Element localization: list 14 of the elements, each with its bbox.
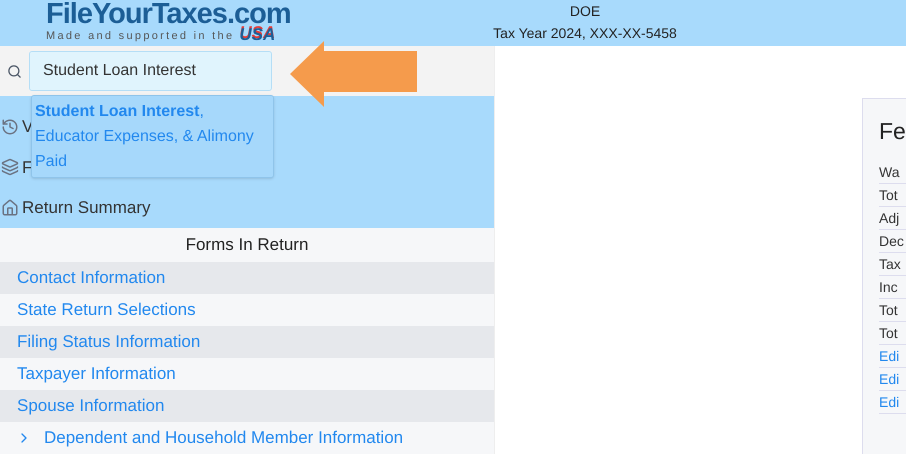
forms-title: Forms In Return xyxy=(0,228,494,262)
summary-label: Dec xyxy=(879,232,904,250)
taxpayer-name: DOE xyxy=(570,2,600,21)
summary-label: Tot xyxy=(879,324,898,342)
card-title: Fe xyxy=(879,117,906,146)
summary-label: Tot xyxy=(879,186,898,204)
summary-label: Tax xyxy=(879,254,901,274)
summary-label: Wa xyxy=(879,162,900,182)
logo-country: USA xyxy=(239,28,276,42)
summary-label: Tot xyxy=(879,300,898,320)
tax-year-text: Tax Year 2024, XXX-XX-5458 xyxy=(493,24,677,43)
summary-label: Inc xyxy=(879,278,898,296)
logo-tagline: Made and supported in the xyxy=(46,30,234,42)
summary-label: Adj xyxy=(879,208,900,228)
